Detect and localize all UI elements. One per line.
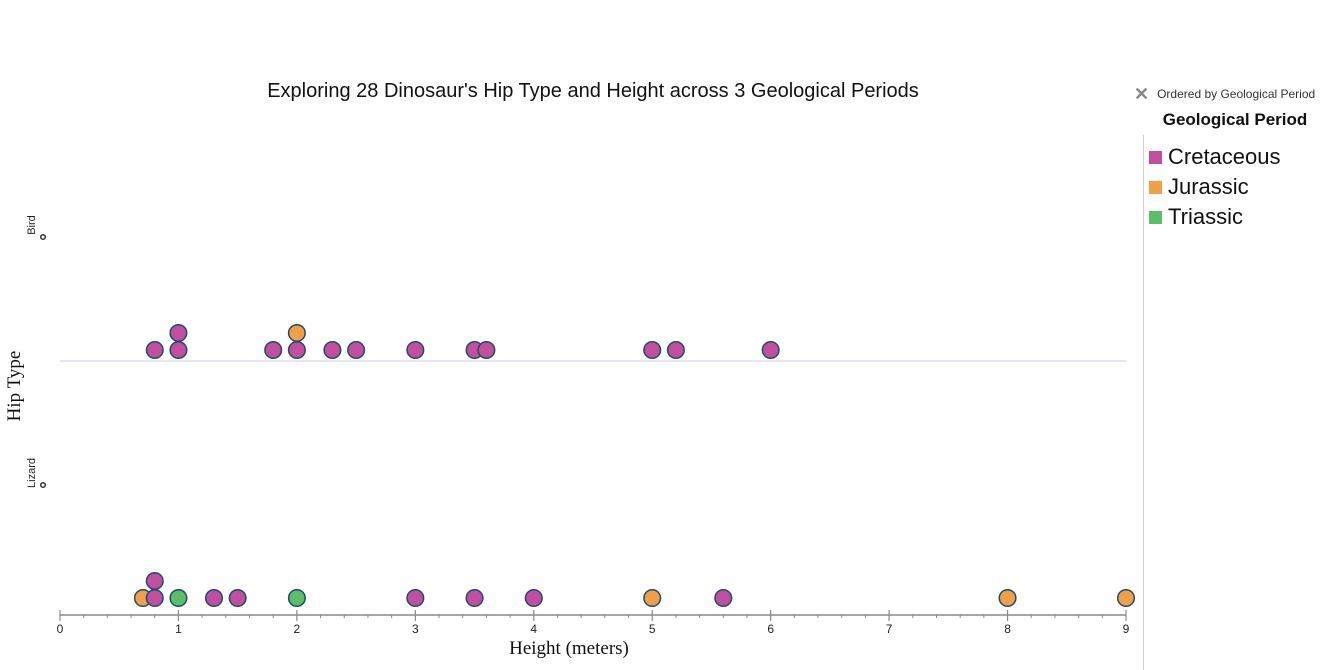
x-tick-label: 5 (649, 622, 656, 636)
y-category-marker (39, 233, 47, 241)
data-point (169, 340, 188, 360)
data-point (465, 588, 484, 608)
data-point (406, 340, 425, 360)
data-point (287, 323, 306, 343)
legend-item-cretaceous[interactable]: Cretaceous (1149, 142, 1281, 172)
data-point (1116, 588, 1136, 608)
x-tick-label: 9 (1123, 622, 1130, 636)
legend-label: Jurassic (1168, 174, 1249, 199)
data-point (643, 588, 662, 608)
x-tick-label: 8 (1004, 622, 1011, 636)
x-tick-label: 7 (886, 622, 893, 636)
y-axis-categories: Bird Lizard (26, 215, 1126, 489)
legend-divider (1143, 135, 1144, 670)
data-point (666, 340, 685, 360)
data-point (287, 588, 306, 608)
ordered-by-indicator: ✕ Ordered by Geological Period (1134, 85, 1315, 103)
data-point (998, 588, 1017, 608)
data-point (264, 340, 283, 360)
x-tick-label: 6 (767, 622, 774, 636)
legend-item-jurassic[interactable]: Jurassic (1149, 172, 1281, 202)
data-point (323, 340, 342, 360)
x-tick-label: 2 (294, 622, 301, 636)
data-point (347, 340, 366, 360)
data-point (145, 340, 164, 360)
data-point (204, 588, 224, 608)
legend-swatch-icon (1149, 150, 1162, 164)
data-points (133, 323, 1136, 608)
legend-label: Cretaceous (1168, 144, 1281, 169)
dot-plot: 0 1 2 3 4 5 6 7 8 9 Bird Lizard Height (meters) Hi… (4, 215, 1136, 659)
legend-title: Geological Period (1162, 110, 1308, 129)
data-point (145, 571, 164, 591)
x-tick-label: 3 (412, 622, 419, 636)
x-tick-label: 0 (57, 622, 64, 636)
y-category-label: Bird (26, 215, 38, 235)
y-axis-label: Hip Type (4, 351, 25, 422)
x-axis-label: Height (meters) (509, 638, 629, 659)
data-point (477, 340, 496, 360)
data-point (228, 588, 247, 608)
ordered-by-label: Ordered by Geological Period (1157, 87, 1316, 101)
data-point (761, 340, 780, 360)
data-point (145, 588, 164, 608)
data-point (643, 340, 662, 360)
data-point (169, 588, 188, 608)
y-category-label: Lizard (26, 458, 38, 488)
legend-item-triassic[interactable]: Triassic (1149, 202, 1281, 232)
legend: Cretaceous Jurassic Triassic (1149, 142, 1281, 232)
data-point (169, 323, 188, 343)
data-point (406, 588, 425, 608)
legend-swatch-icon (1149, 180, 1162, 194)
data-point (287, 340, 306, 360)
x-axis: 0 1 2 3 4 5 6 7 8 9 (57, 610, 1130, 636)
close-icon[interactable]: ✕ (1134, 85, 1149, 103)
y-category-marker (39, 481, 47, 489)
legend-label: Triassic (1168, 204, 1243, 229)
data-point (524, 588, 543, 608)
x-tick-label: 1 (175, 622, 182, 636)
x-tick-label: 4 (530, 622, 537, 636)
data-point (714, 588, 733, 608)
legend-swatch-icon (1149, 210, 1162, 224)
